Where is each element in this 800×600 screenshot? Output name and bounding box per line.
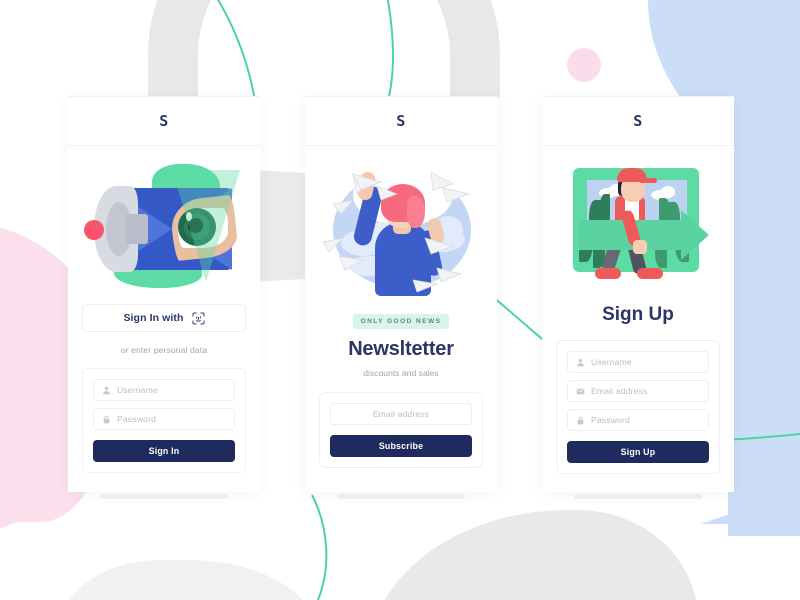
username-placeholder: Username (591, 357, 632, 367)
sign-up-form: Username Email address Password Sign Up (556, 340, 720, 474)
password-field[interactable]: Password (567, 409, 709, 431)
card-body: Sign In with or enter personal data User… (68, 146, 260, 473)
card-base-shadow (337, 494, 465, 499)
gray-arch-shape (148, 0, 500, 98)
paper-planes-group (322, 171, 471, 293)
username-placeholder: Username (117, 385, 158, 395)
password-placeholder: Password (591, 415, 630, 425)
man-carrying-arrow-illustration (563, 160, 713, 286)
envelope-eye-illustration (84, 162, 244, 290)
password-field[interactable]: Password (93, 408, 235, 430)
lock-icon (576, 416, 585, 425)
brand-logo-s: S (633, 111, 643, 130)
gray-arch-inner-shape (198, 0, 450, 98)
face-id-icon (192, 311, 205, 325)
gray-bottom-blob-shape (368, 510, 698, 600)
page-root: S Sign In with or enter personal data Us… (0, 0, 800, 600)
card-header: S (305, 96, 497, 146)
email-address-placeholder: Email address (372, 409, 430, 419)
pink-circle-shape (567, 48, 601, 82)
password-placeholder: Password (117, 414, 156, 424)
sign-up-card: S Sign Up Username Email address Passwor… (542, 96, 734, 492)
brand-logo-s: S (159, 111, 169, 130)
card-base-shadow (574, 494, 702, 499)
card-header: S (68, 96, 260, 146)
blue-right-panel-shape (728, 96, 800, 536)
newsletter-title: Newsltetter (348, 338, 454, 360)
username-field[interactable]: Username (567, 351, 709, 373)
card-base-shadow (100, 494, 228, 499)
sign-in-form: Username Password Sign In (82, 368, 246, 473)
woman-paper-planes-illustration (319, 160, 483, 296)
brand-logo-s: S (396, 111, 406, 130)
subscribe-submit-button[interactable]: Subscribe (330, 435, 472, 457)
pink-left-blob-lower-shape (0, 400, 75, 535)
faceid-button-label: Sign In with (123, 312, 184, 324)
email-address-field[interactable]: Email address (330, 403, 472, 425)
user-icon (102, 386, 111, 395)
mail-icon (576, 387, 585, 396)
gray-bottom-left-blob-shape (60, 560, 320, 600)
sign-in-submit-button[interactable]: Sign In (93, 440, 235, 462)
email-address-placeholder: Email address (591, 386, 648, 396)
newsletter-subtitle: discounts and sales (363, 368, 439, 378)
sign-up-title: Sign Up (602, 304, 674, 325)
blue-triangle-shape (700, 488, 800, 524)
newsletter-card: S ONLY GOOD NEWS Newsltetter discounts a… (305, 96, 497, 492)
enter-personal-data-hint: or enter personal data (120, 345, 208, 355)
sign-in-card: S Sign In with or enter personal data Us… (68, 96, 260, 492)
only-good-news-badge: ONLY GOOD NEWS (352, 314, 450, 329)
username-field[interactable]: Username (93, 379, 235, 401)
card-body: Sign Up Username Email address Password … (542, 146, 734, 474)
card-body: ONLY GOOD NEWS Newsltetter discounts and… (305, 146, 497, 468)
lock-icon (102, 415, 111, 424)
email-address-field[interactable]: Email address (567, 380, 709, 402)
user-icon (576, 358, 585, 367)
sign-up-submit-button[interactable]: Sign Up (567, 441, 709, 463)
newsletter-form: Email address Subscribe (319, 392, 483, 468)
card-header: S (542, 96, 734, 146)
sign-in-with-faceid-button[interactable]: Sign In with (82, 304, 246, 332)
